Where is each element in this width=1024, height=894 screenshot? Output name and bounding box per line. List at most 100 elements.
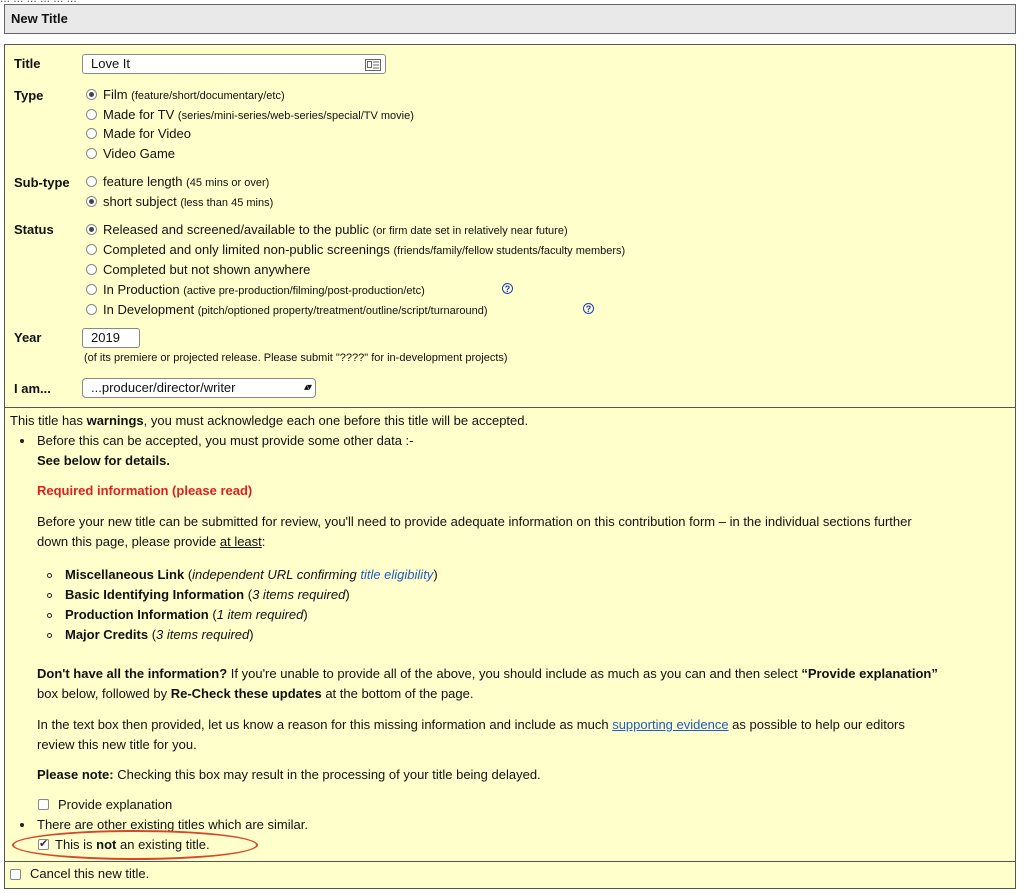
title-eligibility-link[interactable]: title eligibility: [360, 567, 433, 582]
cancel-new-title-label: Cancel this new title.: [30, 866, 150, 881]
please-note: Please note: Checking this box may resul…: [37, 767, 541, 782]
type-film-hint: (feature/short/documentary/etc): [131, 90, 285, 102]
warnings-intro: This title has warnings, you must acknow…: [10, 413, 528, 428]
req-item-major-credits-title: Major Credits: [65, 627, 149, 642]
req-item-major-credits-note: 3 items required: [156, 627, 250, 642]
req-item-major-credits: Major Credits (3 items required): [65, 627, 254, 642]
req-item-production-info-note: 1 item required: [216, 607, 304, 622]
year-input[interactable]: 2019: [82, 328, 140, 348]
status-not-shown-label: Completed but not shown anywhere: [103, 262, 311, 277]
req-item-major-credits-close: ): [249, 627, 254, 642]
bullet-dot: [20, 439, 24, 443]
year-hint: (of its premiere or projected release. P…: [84, 352, 508, 364]
dont-have-info-line2-pre: box below, followed by: [37, 686, 171, 701]
bullet-dot: [20, 823, 24, 827]
title-input[interactable]: Love It: [82, 54, 386, 74]
provide-explanation-checkbox[interactable]: [38, 799, 49, 810]
subtype-radio-short[interactable]: [86, 196, 97, 207]
status-released-hint: (or firm date set in relatively near fut…: [372, 225, 568, 237]
status-in-production-label: In Production: [103, 282, 180, 297]
provide-explanation-quote: “Provide explanation”: [801, 666, 938, 681]
req-item-basic-info: Basic Identifying Information (3 items r…: [65, 587, 350, 602]
subtype-short-hint: (less than 45 mins): [180, 197, 274, 209]
help-icon-in-production[interactable]: ?: [502, 283, 513, 294]
type-radio-made-for-tv[interactable]: [86, 109, 97, 120]
req-item-basic-info-note: 3 items required: [252, 587, 346, 602]
req-item-misc-link-close: ): [433, 567, 438, 582]
required-heading: Required information (please read): [37, 483, 253, 498]
form-divider-top: [4, 407, 1016, 408]
subtype-feature-label: feature length: [103, 174, 183, 189]
dont-have-info-rest: If you're unable to provide all of the a…: [227, 666, 802, 681]
circle-bullet: [47, 633, 52, 638]
subtype-feature-hint: (45 mins or over): [186, 177, 270, 189]
select-arrows-icon: ▴▾: [303, 382, 312, 393]
type-made-for-tv-label: Made for TV: [103, 107, 175, 122]
req-item-misc-link: Miscellaneous Link (independent URL conf…: [65, 567, 438, 582]
dont-have-info-line1: Don't have all the information? If you'r…: [37, 666, 938, 681]
text-box-para-line1: In the text box then provided, let us kn…: [37, 717, 905, 732]
text-box-para-pre: In the text box then provided, let us kn…: [37, 717, 613, 732]
type-video-game-label: Video Game: [103, 146, 176, 161]
required-para-line2-post: :: [261, 534, 266, 549]
year-input-value: 2019: [91, 330, 120, 345]
text-box-para-post: as possible to help our editors: [728, 717, 905, 732]
status-label: Status: [14, 222, 54, 237]
i-am-select-value: ...producer/director/writer: [91, 380, 236, 395]
required-para-line2-pre: down this page, please provide: [37, 534, 220, 549]
req-item-production-info-close: ): [303, 607, 308, 622]
status-in-production-hint: (active pre-production/filming/post-prod…: [183, 285, 425, 297]
req-item-basic-info-title: Basic Identifying Information: [65, 587, 245, 602]
status-radio-in-development[interactable]: [86, 304, 97, 315]
text-box-para-line2: review this new title for you.: [37, 737, 197, 752]
provide-explanation-label: Provide explanation: [58, 797, 173, 812]
status-radio-released[interactable]: [86, 224, 97, 235]
req-item-misc-link-title: Miscellaneous Link: [65, 567, 185, 582]
status-radio-limited[interactable]: [86, 244, 97, 255]
status-radio-in-production[interactable]: [86, 284, 97, 295]
type-made-for-video-label: Made for Video: [103, 126, 191, 141]
subtype-label: Sub-type: [14, 175, 70, 190]
see-below-text: See below for details.: [37, 453, 170, 468]
section-header: New Title: [4, 4, 1016, 34]
status-radio-not-shown[interactable]: [86, 264, 97, 275]
type-radio-made-for-video[interactable]: [86, 128, 97, 139]
required-para-line2: down this page, please provide at least:: [37, 534, 265, 549]
dont-have-info-line2-post: at the bottom of the page.: [321, 686, 474, 701]
type-made-for-tv-hint: (series/mini-series/web-series/special/T…: [177, 110, 414, 122]
warning-item-1: Before this can be accepted, you must pr…: [37, 433, 414, 448]
required-para-line1: Before your new title can be submitted f…: [37, 514, 912, 529]
i-am-label: I am...: [14, 381, 51, 396]
circle-bullet: [47, 593, 52, 598]
subtype-radio-feature[interactable]: [86, 176, 97, 187]
req-item-production-info-title: Production Information: [65, 607, 209, 622]
type-radio-film[interactable]: [86, 89, 97, 100]
title-label: Title: [14, 56, 41, 71]
cancel-new-title-checkbox[interactable]: [10, 869, 21, 880]
type-radio-video-game[interactable]: [86, 148, 97, 159]
type-film-label: Film: [103, 87, 128, 102]
section-title: New Title: [11, 11, 68, 26]
subtype-short-label: short subject: [103, 194, 177, 209]
dont-have-info-line2: box below, followed by Re-Check these up…: [37, 686, 473, 701]
status-in-development-label: In Development: [103, 302, 195, 317]
form-divider-bottom: [4, 861, 1016, 862]
req-item-misc-link-note: independent URL confirming: [192, 567, 361, 582]
warnings-intro-post: , you must acknowledge each one before t…: [143, 413, 529, 428]
recheck-updates-bold: Re-Check these updates: [170, 686, 322, 701]
help-icon-in-development[interactable]: ?: [583, 303, 594, 314]
warnings-intro-pre: This title has: [10, 413, 87, 428]
cut-off-top-text: ... ... ... ... ... ...: [0, 0, 1024, 3]
year-label: Year: [14, 330, 42, 345]
status-released-label: Released and screened/available to the p…: [103, 222, 369, 237]
status-limited-label: Completed and only limited non-public sc…: [103, 242, 390, 257]
contact-card-icon: [365, 58, 381, 71]
warnings-intro-bold: warnings: [86, 413, 144, 428]
req-item-basic-info-close: ): [345, 587, 350, 602]
supporting-evidence-link[interactable]: supporting evidence: [612, 717, 728, 732]
please-note-bold: Please note:: [37, 767, 114, 782]
type-label: Type: [14, 88, 44, 103]
status-limited-hint: (friends/family/fellow students/faculty …: [393, 245, 626, 257]
i-am-select[interactable]: ...producer/director/writer ▴▾: [82, 378, 316, 398]
circle-bullet: [47, 573, 52, 578]
